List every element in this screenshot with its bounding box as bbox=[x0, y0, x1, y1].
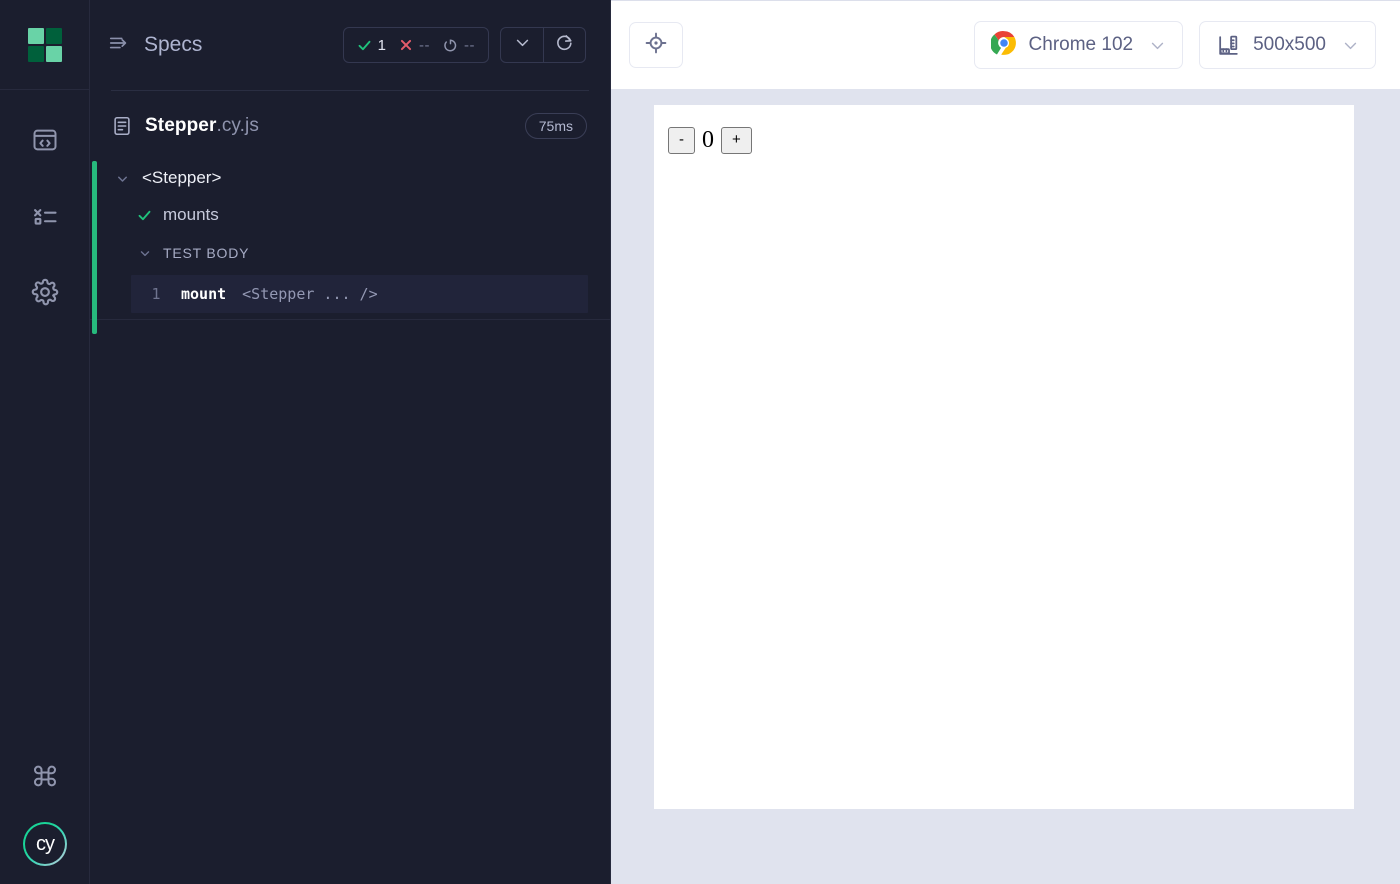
test-body-toggle[interactable]: TEST BODY bbox=[112, 235, 610, 271]
preview-header: Chrome 102 bbox=[611, 0, 1400, 89]
test-row-mounts[interactable]: mounts bbox=[112, 195, 610, 235]
suite-title: <Stepper> bbox=[142, 168, 221, 188]
refresh-icon bbox=[555, 33, 574, 57]
spec-duration-badge: 75ms bbox=[525, 113, 587, 139]
chevron-down-icon bbox=[115, 171, 130, 186]
spec-base-name: Stepper bbox=[145, 115, 216, 136]
command-row[interactable]: 1 mount <Stepper ... /> bbox=[131, 275, 588, 313]
cy-badge-label: cy bbox=[36, 833, 54, 856]
ruler-icon bbox=[1216, 33, 1241, 58]
component-testing-icon bbox=[31, 126, 59, 154]
decrement-button[interactable]: - bbox=[668, 127, 695, 154]
pending-count: -- bbox=[464, 37, 475, 54]
status-badge-failed: -- bbox=[399, 37, 430, 54]
command-number: 1 bbox=[131, 285, 181, 303]
chevron-down-icon bbox=[138, 246, 152, 260]
specs-panel-toggle[interactable]: Specs bbox=[108, 32, 202, 59]
cypress-logo[interactable] bbox=[0, 0, 90, 90]
logo-square-top-right bbox=[46, 28, 62, 44]
tree-bottom-divider bbox=[90, 319, 611, 320]
preview-panel: Chrome 102 bbox=[611, 0, 1400, 884]
pending-circle-icon bbox=[443, 38, 458, 53]
status-badge-pending: -- bbox=[443, 37, 475, 54]
command-args: <Stepper ... /> bbox=[242, 285, 377, 303]
logo-square-bottom-right bbox=[46, 46, 62, 62]
reporter-action-group bbox=[500, 27, 586, 63]
viewport-size-selector[interactable]: 500x500 bbox=[1199, 21, 1376, 69]
sidebar-item-component-testing[interactable] bbox=[21, 116, 69, 164]
test-tree-content: <Stepper> mounts TEST BODY 1 moun bbox=[90, 161, 610, 320]
rail-icon-list bbox=[21, 90, 69, 316]
chevron-down-icon bbox=[1149, 37, 1166, 54]
browser-label: Chrome 102 bbox=[1029, 34, 1134, 56]
increment-button[interactable]: + bbox=[721, 127, 752, 154]
browser-selector[interactable]: Chrome 102 bbox=[974, 21, 1184, 69]
chevron-down-icon bbox=[514, 34, 531, 56]
cypress-app-window: cy Specs bbox=[0, 0, 1400, 884]
reporter-panel: Specs 1 -- bbox=[90, 0, 611, 884]
test-stats-summary: 1 -- -- bbox=[343, 27, 489, 63]
settings-gear-icon bbox=[30, 277, 60, 307]
expand-all-button[interactable] bbox=[501, 28, 543, 62]
passing-accent-bar bbox=[92, 161, 97, 334]
sidebar-item-settings[interactable] bbox=[21, 268, 69, 316]
logo-square-bottom-left bbox=[28, 46, 44, 62]
spec-file-row[interactable]: Stepper.cy.js 75ms bbox=[90, 91, 610, 161]
rerun-tests-button[interactable] bbox=[543, 28, 585, 62]
suite-row-stepper[interactable]: <Stepper> bbox=[112, 161, 610, 195]
keyboard-shortcuts-button[interactable] bbox=[21, 752, 69, 800]
viewport-label: 500x500 bbox=[1253, 34, 1326, 56]
rail-bottom-group: cy bbox=[0, 752, 90, 884]
logo-square-top-left bbox=[28, 28, 44, 44]
sidebar-item-runs[interactable] bbox=[21, 192, 69, 240]
page-title: Specs bbox=[144, 33, 202, 57]
cypress-account-badge[interactable]: cy bbox=[23, 822, 67, 866]
file-document-icon bbox=[111, 115, 133, 137]
check-icon bbox=[137, 208, 152, 223]
spec-extension: .cy.js bbox=[216, 115, 258, 136]
stepper-value: 0 bbox=[695, 127, 721, 154]
test-title: mounts bbox=[163, 205, 219, 225]
command-name: mount bbox=[181, 285, 226, 303]
crosshair-target-icon bbox=[644, 31, 668, 60]
passed-count: 1 bbox=[378, 37, 386, 54]
chrome-logo-icon bbox=[991, 30, 1017, 61]
left-nav-rail: cy bbox=[0, 0, 90, 884]
spec-file-name: Stepper.cy.js bbox=[145, 115, 259, 137]
app-under-test-frame: - 0 + bbox=[654, 105, 1354, 809]
cypress-logo-grid bbox=[28, 28, 62, 62]
stepper-component: - 0 + bbox=[654, 105, 1354, 154]
reporter-header-controls: 1 -- -- bbox=[343, 27, 586, 63]
failed-count: -- bbox=[419, 37, 430, 54]
keyboard-shortcuts-icon bbox=[31, 762, 59, 790]
x-icon bbox=[399, 38, 413, 52]
reporter-header: Specs 1 -- bbox=[90, 0, 610, 90]
preview-header-controls: Chrome 102 bbox=[974, 21, 1376, 69]
chevron-down-icon bbox=[1342, 37, 1359, 54]
test-body-label: TEST BODY bbox=[163, 245, 249, 261]
check-icon bbox=[357, 38, 372, 53]
selector-playground-button[interactable] bbox=[629, 22, 683, 68]
status-badge-passed: 1 bbox=[357, 37, 386, 54]
collapse-panel-icon bbox=[108, 32, 130, 59]
runs-list-icon bbox=[31, 202, 59, 230]
test-tree: <Stepper> mounts TEST BODY 1 moun bbox=[90, 161, 610, 320]
preview-stage: - 0 + bbox=[611, 89, 1400, 884]
